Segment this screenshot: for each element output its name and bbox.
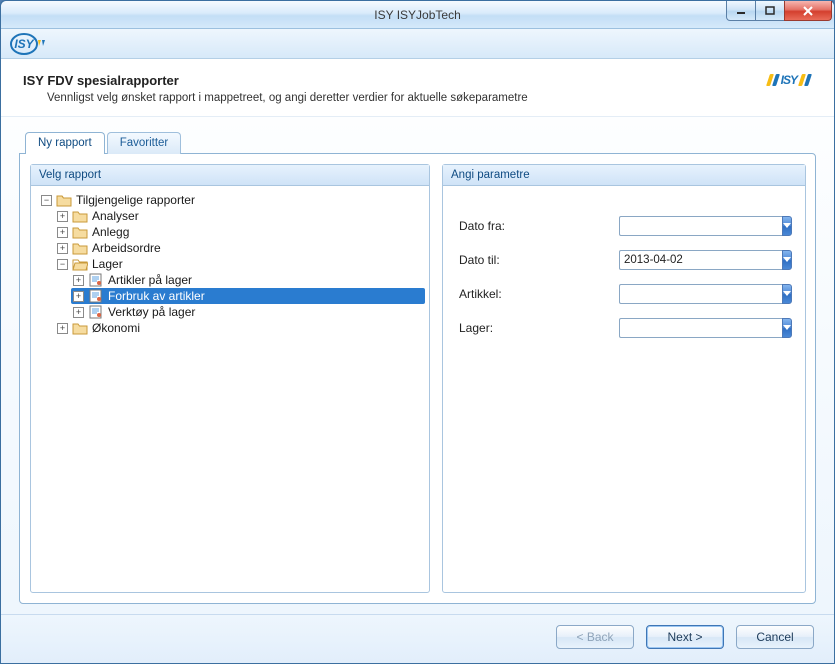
window-controls xyxy=(727,1,832,21)
dropdown-button[interactable] xyxy=(782,250,792,270)
report-icon xyxy=(88,273,104,287)
tree-panel: Velg rapport − Tilgjengelige rapporter xyxy=(30,164,430,593)
folder-icon xyxy=(72,209,88,223)
tab-ny-rapport[interactable]: Ny rapport xyxy=(25,132,105,154)
param-dato-fra: Dato fra: xyxy=(459,216,789,236)
expand-icon[interactable]: + xyxy=(73,275,84,286)
isy-logo-large-icon: ISY xyxy=(768,73,812,87)
chevron-down-icon xyxy=(783,291,791,297)
tab-body: Velg rapport − Tilgjengelige rapporter xyxy=(19,153,816,604)
param-label: Dato til: xyxy=(459,253,619,267)
lager-input[interactable] xyxy=(619,318,782,338)
page-subtitle: Vennligst velg ønsket rapport i mappetre… xyxy=(23,92,528,104)
tree-report-forbruk[interactable]: + Forbruk av artikler xyxy=(71,288,425,304)
back-button[interactable]: < Back xyxy=(556,625,634,649)
tree-label: Arbeidsordre xyxy=(92,241,161,255)
maximize-icon xyxy=(765,6,775,16)
param-label: Dato fra: xyxy=(459,219,619,233)
folder-icon xyxy=(72,241,88,255)
tree-panel-title: Velg rapport xyxy=(31,165,429,186)
expand-icon[interactable]: + xyxy=(57,211,68,222)
expand-icon[interactable]: + xyxy=(73,291,84,302)
dropdown-button[interactable] xyxy=(782,216,792,236)
dato-fra-input[interactable] xyxy=(619,216,782,236)
tree-label: Lager xyxy=(92,257,123,271)
window-title: ISY ISYJobTech xyxy=(1,8,834,22)
svg-text:ISY: ISY xyxy=(14,37,34,51)
tabstrip: Ny rapport Favoritter xyxy=(25,131,816,153)
tree-label: Tilgjengelige rapporter xyxy=(76,193,195,207)
chevron-down-icon xyxy=(783,223,791,229)
content-area: ISY FDV spesialrapporter Vennligst velg … xyxy=(1,59,834,663)
param-artikkel: Artikkel: xyxy=(459,284,789,304)
params-panel: Angi parametre Dato fra: Dato til: xyxy=(442,164,806,593)
tree-folder-arbeidsordre[interactable]: + Arbeidsordre xyxy=(55,240,425,256)
isy-logo-small-icon: ISY xyxy=(9,32,45,56)
folder-icon xyxy=(56,193,72,207)
intro-section: ISY FDV spesialrapporter Vennligst velg … xyxy=(1,59,834,117)
tree-folder-analyser[interactable]: + Analyser xyxy=(55,208,425,224)
expand-icon[interactable]: + xyxy=(73,307,84,318)
minimize-button[interactable] xyxy=(726,1,756,21)
dropdown-button[interactable] xyxy=(782,318,792,338)
chevron-down-icon xyxy=(783,257,791,263)
tree-label: Verktøy på lager xyxy=(108,305,195,319)
tree-label: Forbruk av artikler xyxy=(108,289,205,303)
expand-icon[interactable]: + xyxy=(57,243,68,254)
param-label: Lager: xyxy=(459,321,619,335)
param-dato-til: Dato til: xyxy=(459,250,789,270)
tab-favoritter[interactable]: Favoritter xyxy=(107,132,182,154)
expand-icon[interactable]: + xyxy=(57,323,68,334)
param-label: Artikkel: xyxy=(459,287,619,301)
tree-folder-lager[interactable]: − Lager xyxy=(55,256,425,272)
collapse-icon[interactable]: − xyxy=(57,259,68,270)
app-window: ISY ISYJobTech ISY ISY FDV spesialrappor… xyxy=(0,0,835,664)
tree-folder-okonomi[interactable]: + Økonomi xyxy=(55,320,425,336)
wizard-footer: < Back Next > Cancel xyxy=(1,614,834,663)
report-icon xyxy=(88,305,104,319)
maximize-button[interactable] xyxy=(755,1,785,21)
expand-icon[interactable]: + xyxy=(57,227,68,238)
cancel-button[interactable]: Cancel xyxy=(736,625,814,649)
minimize-icon xyxy=(736,6,746,16)
chevron-down-icon xyxy=(783,325,791,331)
folder-icon xyxy=(72,321,88,335)
close-button[interactable] xyxy=(784,1,832,21)
dropdown-button[interactable] xyxy=(782,284,792,304)
artikkel-input[interactable] xyxy=(619,284,782,304)
dato-til-input[interactable] xyxy=(619,250,782,270)
params-form: Dato fra: Dato til: xyxy=(443,186,805,592)
close-icon xyxy=(802,6,814,16)
report-tree[interactable]: − Tilgjengelige rapporter + Analyser xyxy=(31,186,429,592)
tree-label: Økonomi xyxy=(92,321,140,335)
report-icon xyxy=(88,289,104,303)
folder-icon xyxy=(72,225,88,239)
titlebar: ISY ISYJobTech xyxy=(1,1,834,29)
folder-open-icon xyxy=(72,257,88,271)
tree-label: Anlegg xyxy=(92,225,129,239)
tree-folder-anlegg[interactable]: + Anlegg xyxy=(55,224,425,240)
tree-root[interactable]: − Tilgjengelige rapporter xyxy=(39,192,425,208)
param-lager: Lager: xyxy=(459,318,789,338)
tree-report-artikler[interactable]: + Artikler på lager xyxy=(71,272,425,288)
app-header: ISY xyxy=(1,29,834,59)
next-button[interactable]: Next > xyxy=(646,625,724,649)
tree-label: Artikler på lager xyxy=(108,273,192,287)
main-area: Ny rapport Favoritter Velg rapport − xyxy=(1,117,834,614)
collapse-icon[interactable]: − xyxy=(41,195,52,206)
intro-text: ISY FDV spesialrapporter Vennligst velg … xyxy=(23,73,528,104)
params-panel-title: Angi parametre xyxy=(443,165,805,186)
page-title: ISY FDV spesialrapporter xyxy=(23,73,528,88)
tree-label: Analyser xyxy=(92,209,139,223)
tree-report-verktoy[interactable]: + Verktøy på lager xyxy=(71,304,425,320)
